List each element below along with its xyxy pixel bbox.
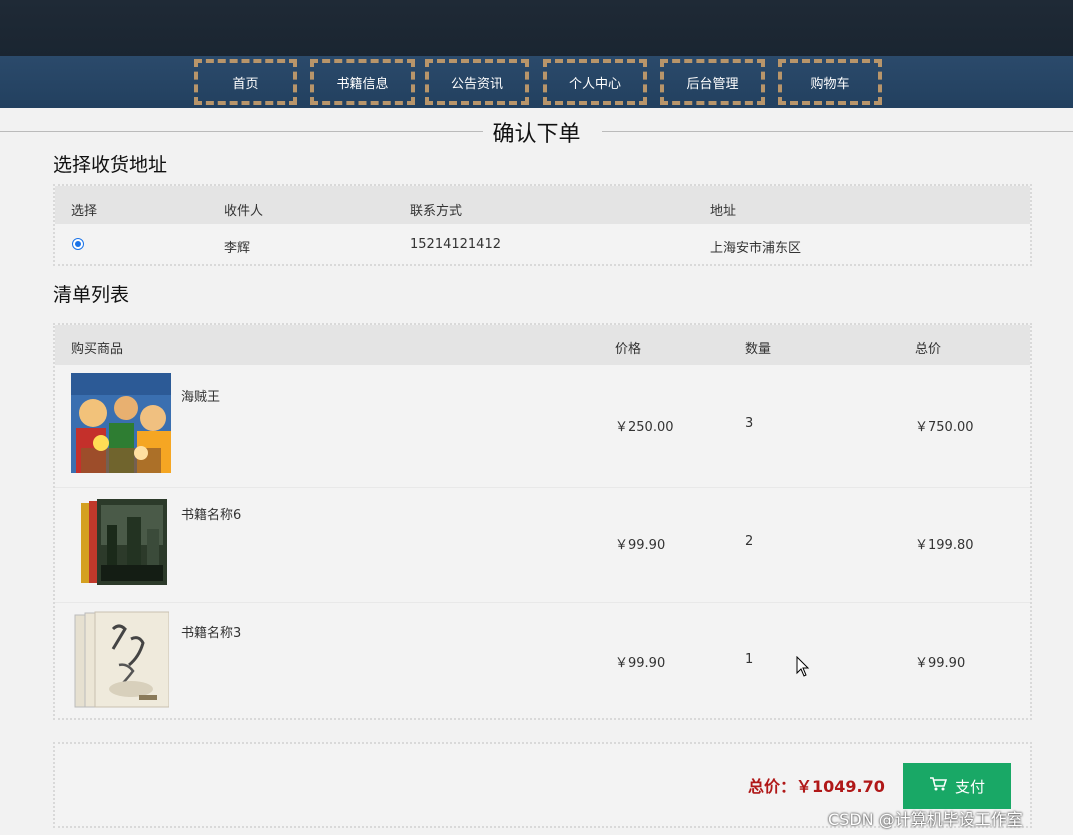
recipient-address: 上海安市浦东区 <box>710 241 802 256</box>
top-header-bar <box>0 0 1073 56</box>
header-recipient: 收件人 <box>224 204 264 219</box>
order-section-title: 清单列表 <box>53 284 130 306</box>
header-address: 地址 <box>710 204 737 219</box>
pay-button-label: 支付 <box>954 777 985 796</box>
total-label: 总价： <box>748 777 797 796</box>
product-price: ￥250.00 <box>615 420 674 435</box>
nav-home[interactable]: 首页 <box>194 59 297 105</box>
address-section-title: 选择收货地址 <box>53 154 168 176</box>
nav-announcements[interactable]: 公告资讯 <box>425 59 529 105</box>
order-table: 购买商品 价格 数量 总价 海贼王 ￥250.00 3 ￥750.00 书籍名称… <box>53 323 1032 720</box>
product-name[interactable]: 书籍名称6 <box>181 504 241 523</box>
address-table: 选择 收件人 联系方式 地址 李辉 15214121412 上海安市浦东区 <box>53 184 1032 266</box>
row-divider <box>55 487 1030 488</box>
product-quantity: 2 <box>745 534 754 549</box>
total-value: ￥1049.70 <box>796 777 885 796</box>
order-table-header: 购买商品 价格 数量 总价 <box>55 325 1030 365</box>
product-total: ￥199.80 <box>915 538 974 553</box>
product-image-one-piece[interactable] <box>71 373 171 473</box>
header-product: 购买商品 <box>71 342 124 357</box>
page-title: 确认下单 <box>492 122 581 147</box>
pay-button[interactable]: 支付 <box>903 763 1011 809</box>
cart-icon <box>929 776 948 796</box>
nav-cart[interactable]: 购物车 <box>778 59 882 105</box>
header-total: 总价 <box>915 342 942 357</box>
header-select: 选择 <box>71 204 98 219</box>
nav-personal-center[interactable]: 个人中心 <box>543 59 647 105</box>
nav-admin[interactable]: 后台管理 <box>660 59 765 105</box>
mouse-cursor-icon <box>796 655 810 682</box>
product-name[interactable]: 书籍名称3 <box>181 622 241 641</box>
address-table-header: 选择 收件人 联系方式 地址 <box>55 186 1030 224</box>
product-price: ￥99.90 <box>615 656 666 671</box>
watermark: CSDN @计算机毕设工作室 <box>828 810 1023 829</box>
address-radio[interactable] <box>72 238 84 250</box>
order-total: 总价：￥1049.70 <box>748 773 885 797</box>
recipient-name: 李辉 <box>224 241 251 256</box>
header-contact: 联系方式 <box>410 204 463 219</box>
recipient-phone: 15214121412 <box>410 237 501 252</box>
product-total: ￥99.90 <box>915 656 966 671</box>
product-image-book3[interactable] <box>73 609 169 709</box>
row-divider <box>55 602 1030 603</box>
product-quantity: 3 <box>745 416 754 431</box>
header-price: 价格 <box>615 342 642 357</box>
product-quantity: 1 <box>745 652 754 667</box>
main-navigation: 首页 书籍信息 公告资讯 个人中心 后台管理 购物车 <box>0 56 1073 108</box>
product-total: ￥750.00 <box>915 420 974 435</box>
product-name[interactable]: 海贼王 <box>181 386 220 405</box>
header-quantity: 数量 <box>745 342 772 357</box>
product-price: ￥99.90 <box>615 538 666 553</box>
nav-book-info[interactable]: 书籍信息 <box>310 59 415 105</box>
product-image-book6[interactable] <box>77 495 167 587</box>
